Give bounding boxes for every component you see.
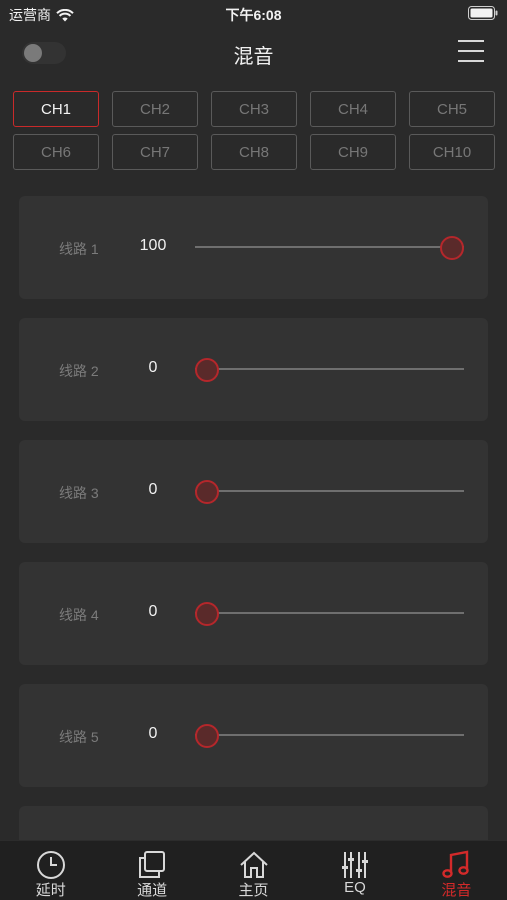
slider-track[interactable] [195, 734, 464, 736]
channel-button[interactable]: CH8 [211, 134, 297, 170]
channel-button[interactable]: CH6 [13, 134, 99, 170]
battery-icon [468, 6, 498, 20]
line-card: 线路 1 100 [19, 196, 488, 299]
channel-button[interactable]: CH2 [112, 91, 198, 127]
line-card: 线路 2 0 [19, 318, 488, 421]
channel-row: CH6 CH7 CH8 CH9 CH10 [13, 134, 495, 170]
channel-button[interactable]: CH4 [310, 91, 396, 127]
line-label: 线路 1 [59, 241, 99, 257]
tab-bar: 延时 通道 主页 EQ 混音 [0, 840, 507, 900]
tab-eq[interactable]: EQ [304, 841, 405, 900]
slider-thumb[interactable] [195, 358, 219, 382]
channel-button[interactable]: CH5 [409, 91, 495, 127]
equalizer-icon [341, 852, 368, 878]
line-label: 线路 3 [59, 485, 99, 501]
tab-delay[interactable]: 延时 [0, 841, 101, 900]
slider-thumb[interactable] [440, 236, 464, 260]
line-value: 0 [148, 481, 158, 498]
line-label: 线路 2 [59, 363, 99, 379]
channel-row: CH1 CH2 CH3 CH4 CH5 [13, 91, 495, 127]
line-value: 0 [148, 603, 158, 620]
music-note-icon [442, 850, 470, 878]
tab-label: 混音 [441, 882, 472, 899]
tab-home[interactable]: 主页 [203, 841, 304, 900]
line-slider[interactable] [195, 480, 464, 504]
line-card: 线路 5 0 [19, 684, 488, 787]
slider-track[interactable] [195, 612, 464, 614]
line-card: 线路 3 0 [19, 440, 488, 543]
tab-label: 延时 [35, 882, 66, 899]
line-label: 线路 4 [59, 607, 99, 623]
status-bar: 运营商 下午6:08 [0, 0, 507, 28]
slider-thumb[interactable] [195, 724, 219, 748]
slider-track[interactable] [195, 246, 464, 248]
page-title: 混音 [233, 46, 274, 68]
menu-icon[interactable] [458, 40, 484, 62]
channel-button[interactable]: CH7 [112, 134, 198, 170]
line-slider[interactable] [195, 602, 464, 626]
line-label: 线路 5 [59, 729, 99, 745]
tab-mix[interactable]: 混音 [406, 841, 507, 900]
tab-channel[interactable]: 通道 [101, 841, 202, 900]
channel-button[interactable]: CH3 [211, 91, 297, 127]
line-list: 线路 1 100 线路 2 0 线路 3 0 线路 4 0 线路 5 0 [19, 196, 488, 846]
tab-label: EQ [344, 879, 366, 896]
home-icon [239, 851, 268, 878]
channel-button[interactable]: CH1 [13, 91, 99, 127]
slider-thumb[interactable] [195, 480, 219, 504]
channel-button[interactable]: CH10 [409, 134, 495, 170]
line-value: 0 [148, 725, 158, 742]
line-value: 100 [139, 237, 167, 254]
line-slider[interactable] [195, 724, 464, 748]
nav-bar: 混音 [0, 28, 507, 78]
line-card: 线路 4 0 [19, 562, 488, 665]
clock-icon [36, 851, 65, 879]
channel-button[interactable]: CH9 [310, 134, 396, 170]
tab-label: 通道 [137, 882, 168, 899]
copy-icon [139, 851, 166, 878]
status-time: 下午6:08 [225, 7, 282, 23]
line-value: 0 [148, 359, 158, 376]
slider-track[interactable] [195, 490, 464, 492]
channel-selector: CH1 CH2 CH3 CH4 CH5 CH6 CH7 CH8 CH9 CH10 [13, 91, 495, 177]
tab-label: 主页 [238, 882, 269, 899]
line-slider[interactable] [195, 236, 464, 260]
slider-thumb[interactable] [195, 602, 219, 626]
slider-track[interactable] [195, 368, 464, 370]
line-slider[interactable] [195, 358, 464, 382]
